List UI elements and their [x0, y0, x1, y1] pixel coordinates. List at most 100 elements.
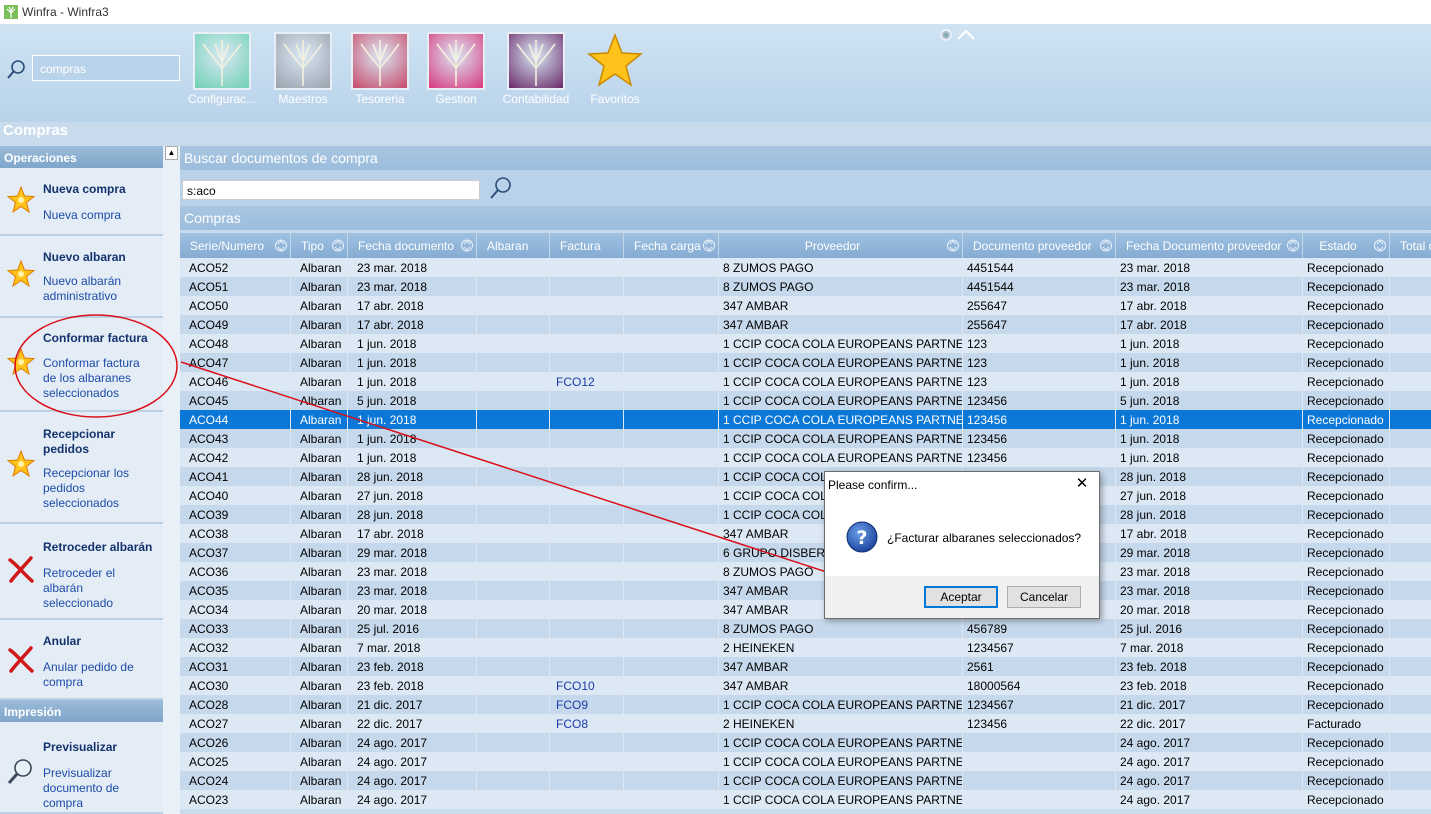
sidebar-item-nuevo-albaran[interactable]: Nuevo albaran Nuevo albarán administrativ…: [0, 236, 163, 318]
table-cell: [550, 619, 624, 638]
module-4[interactable]: Contabilidad: [501, 32, 571, 106]
table-cell[interactable]: FCO12: [550, 372, 624, 391]
column-header[interactable]: Fecha Documento proveedor: [1116, 233, 1303, 258]
table-row[interactable]: ACO34 Albaran 20 mar. 2018 347 AMBAR 20 mar.…: [180, 600, 1431, 619]
column-header[interactable]: Fecha documento: [348, 233, 477, 258]
table-cell: 1 jun. 2018: [1116, 448, 1303, 467]
module-2[interactable]: Tesoreria: [345, 32, 415, 106]
table-cell[interactable]: FCO9: [550, 695, 624, 714]
table-cell: [550, 486, 624, 505]
sidebar-item-desc[interactable]: Conformar factura de los albaranes selec…: [43, 356, 155, 401]
table-row[interactable]: ACO47 Albaran 1 jun. 2018 1 CCIP COCA COLA …: [180, 353, 1431, 372]
column-header[interactable]: Fecha carga: [624, 233, 719, 258]
sort-icon[interactable]: [332, 238, 344, 253]
column-header[interactable]: Tipo: [291, 233, 348, 258]
sidebar-item-retroceder-albar-n[interactable]: Retroceder albarán Retroceder el albarán …: [0, 524, 163, 620]
search-icon[interactable]: [488, 175, 514, 201]
table-row[interactable]: ACO40 Albaran 27 jun. 2018 1 CCIP COCA COLA…: [180, 486, 1431, 505]
sidebar-item-desc[interactable]: Recepcionar los pedidos seleccionados: [43, 466, 155, 511]
sidebar-item-conformar-factura[interactable]: Conformar factura Conformar factura de lo…: [0, 318, 163, 412]
table-row[interactable]: ACO48 Albaran 1 jun. 2018 1 CCIP COCA COLA …: [180, 334, 1431, 353]
table-row[interactable]: ACO45 Albaran 5 jun. 2018 1 CCIP COCA COLA …: [180, 391, 1431, 410]
sort-icon[interactable]: [1100, 238, 1112, 253]
ribbon-collapse-icon[interactable]: [938, 28, 978, 42]
column-header-label: Fecha documento: [358, 239, 455, 253]
sidebar-scrollbar[interactable]: ▲: [163, 146, 180, 814]
table-row[interactable]: ACO52 Albaran 23 mar. 2018 8 ZUMOS PAGO 4451…: [180, 258, 1431, 277]
column-header[interactable]: Documento proveedor: [963, 233, 1116, 258]
table-row[interactable]: ACO37 Albaran 29 mar. 2018 6 GRUPO DISBER S…: [180, 543, 1431, 562]
table-row[interactable]: ACO23 Albaran 24 ago. 2017 1 CCIP COCA COLA…: [180, 790, 1431, 809]
sidebar-item-desc[interactable]: Anular pedido de compra: [43, 660, 155, 690]
module-5[interactable]: Favoritos: [580, 32, 650, 106]
table-row[interactable]: ACO38 Albaran 17 abr. 2018 347 AMBAR 17 abr.…: [180, 524, 1431, 543]
table-cell[interactable]: FCO8: [550, 714, 624, 733]
sidebar-item-desc[interactable]: Nueva compra: [43, 208, 155, 223]
table-row[interactable]: ACO44 Albaran 1 jun. 2018 1 CCIP COCA COLA …: [180, 410, 1431, 429]
table-row[interactable]: ACO27 Albaran 22 dic. 2017 FCO8 2 HEINEKEN 12…: [180, 714, 1431, 733]
sidebar-item-anular[interactable]: Anular Anular pedido de compra: [0, 620, 163, 700]
table-cell: 24 ago. 2017: [348, 733, 477, 752]
table-cell: ACO43: [180, 429, 291, 448]
table-row[interactable]: ACO51 Albaran 23 mar. 2018 8 ZUMOS PAGO 4451…: [180, 277, 1431, 296]
table-cell: Recepcionado: [1303, 391, 1390, 410]
sidebar-item-title: Conformar factura: [43, 331, 148, 345]
table-row[interactable]: ACO42 Albaran 1 jun. 2018 1 CCIP COCA COLA …: [180, 448, 1431, 467]
table-row[interactable]: ACO32 Albaran 7 mar. 2018 2 HEINEKEN 1234567…: [180, 638, 1431, 657]
scroll-up-arrow-icon[interactable]: ▲: [165, 146, 178, 160]
sort-icon[interactable]: [461, 238, 473, 253]
module-3[interactable]: Gestion: [421, 32, 491, 106]
table-cell: 23 feb. 2018: [348, 676, 477, 695]
module-0[interactable]: Configurac...: [187, 32, 257, 106]
accept-button[interactable]: Aceptar: [924, 586, 998, 608]
sort-icon[interactable]: [275, 238, 287, 253]
sidebar-item-desc[interactable]: Nuevo albarán administrativo: [43, 274, 155, 304]
column-header[interactable]: Serie/Numero: [180, 233, 291, 258]
table-row[interactable]: ACO28 Albaran 21 dic. 2017 FCO9 1 CCIP COCA …: [180, 695, 1431, 714]
table-row[interactable]: ACO41 Albaran 28 jun. 2018 1 CCIP COCA COLA…: [180, 467, 1431, 486]
table-row[interactable]: ACO39 Albaran 28 jun. 2018 1 CCIP COCA COLA…: [180, 505, 1431, 524]
table-cell: Albaran: [291, 296, 348, 315]
sort-icon[interactable]: [1374, 238, 1386, 253]
table-row[interactable]: ACO26 Albaran 24 ago. 2017 1 CCIP COCA COLA…: [180, 733, 1431, 752]
sidebar-item-recepcionar-pedidos[interactable]: Recepcionar pedidos Recepcionar los pedid…: [0, 412, 163, 524]
table-row[interactable]: ACO30 Albaran 23 feb. 2018 FCO10 347 AMBAR 18…: [180, 676, 1431, 695]
table-cell: 1 CCIP COCA COLA EUROPEANS PARTNERS: [719, 448, 963, 467]
table-row[interactable]: ACO50 Albaran 17 abr. 2018 347 AMBAR 255647 1…: [180, 296, 1431, 315]
column-header[interactable]: Total c: [1390, 233, 1431, 258]
table-row[interactable]: ACO35 Albaran 23 mar. 2018 347 AMBAR 23 mar.…: [180, 581, 1431, 600]
table-row[interactable]: ACO43 Albaran 1 jun. 2018 1 CCIP COCA COLA …: [180, 429, 1431, 448]
sidebar-item-nueva-compra[interactable]: Nueva compra Nueva compra: [0, 168, 163, 236]
column-header[interactable]: Factura: [550, 233, 624, 258]
close-icon[interactable]: ✕: [1074, 476, 1090, 492]
sidebar-item-previsualizar[interactable]: Previsualizar Previsualizar documento de …: [0, 722, 163, 814]
sort-icon[interactable]: [703, 238, 715, 253]
table-row[interactable]: ACO25 Albaran 24 ago. 2017 1 CCIP COCA COLA…: [180, 752, 1431, 771]
table-cell: 123: [963, 353, 1116, 372]
cancel-button[interactable]: Cancelar: [1007, 586, 1081, 608]
table-cell: 1 CCIP COCA COLA EUROPEANS PARTNERS: [719, 429, 963, 448]
ribbon-search-input[interactable]: compras: [32, 55, 180, 81]
column-header[interactable]: Proveedor: [719, 233, 963, 258]
table-row[interactable]: ACO49 Albaran 17 abr. 2018 347 AMBAR 255647 1…: [180, 315, 1431, 334]
sort-icon[interactable]: [947, 238, 959, 253]
table-cell: Recepcionado: [1303, 334, 1390, 353]
module-1[interactable]: Maestros: [268, 32, 338, 106]
table-cell: 5 jun. 2018: [1116, 391, 1303, 410]
table-cell[interactable]: FCO10: [550, 676, 624, 695]
table-row[interactable]: ACO24 Albaran 24 ago. 2017 1 CCIP COCA COLA…: [180, 771, 1431, 790]
document-search-input[interactable]: s:aco: [182, 180, 480, 200]
table-row[interactable]: ACO33 Albaran 25 jul. 2016 8 ZUMOS PAGO 4567…: [180, 619, 1431, 638]
table-row[interactable]: ACO36 Albaran 23 mar. 2018 8 ZUMOS PAGO 23 m…: [180, 562, 1431, 581]
sidebar-item-desc[interactable]: Previsualizar documento de compra: [43, 766, 155, 811]
table-row[interactable]: ACO46 Albaran 1 jun. 2018 FCO12 1 CCIP COCA …: [180, 372, 1431, 391]
table-cell: [477, 505, 550, 524]
table-cell: Albaran: [291, 429, 348, 448]
search-icon[interactable]: [5, 58, 29, 82]
table-cell: 4451544: [963, 258, 1116, 277]
column-header[interactable]: Albaran: [477, 233, 550, 258]
column-header[interactable]: Estado: [1303, 233, 1390, 258]
table-row[interactable]: ACO31 Albaran 23 feb. 2018 347 AMBAR 2561 23 …: [180, 657, 1431, 676]
sidebar-item-desc[interactable]: Retroceder el albarán seleccionado: [43, 566, 155, 611]
sort-icon[interactable]: [1287, 238, 1299, 253]
